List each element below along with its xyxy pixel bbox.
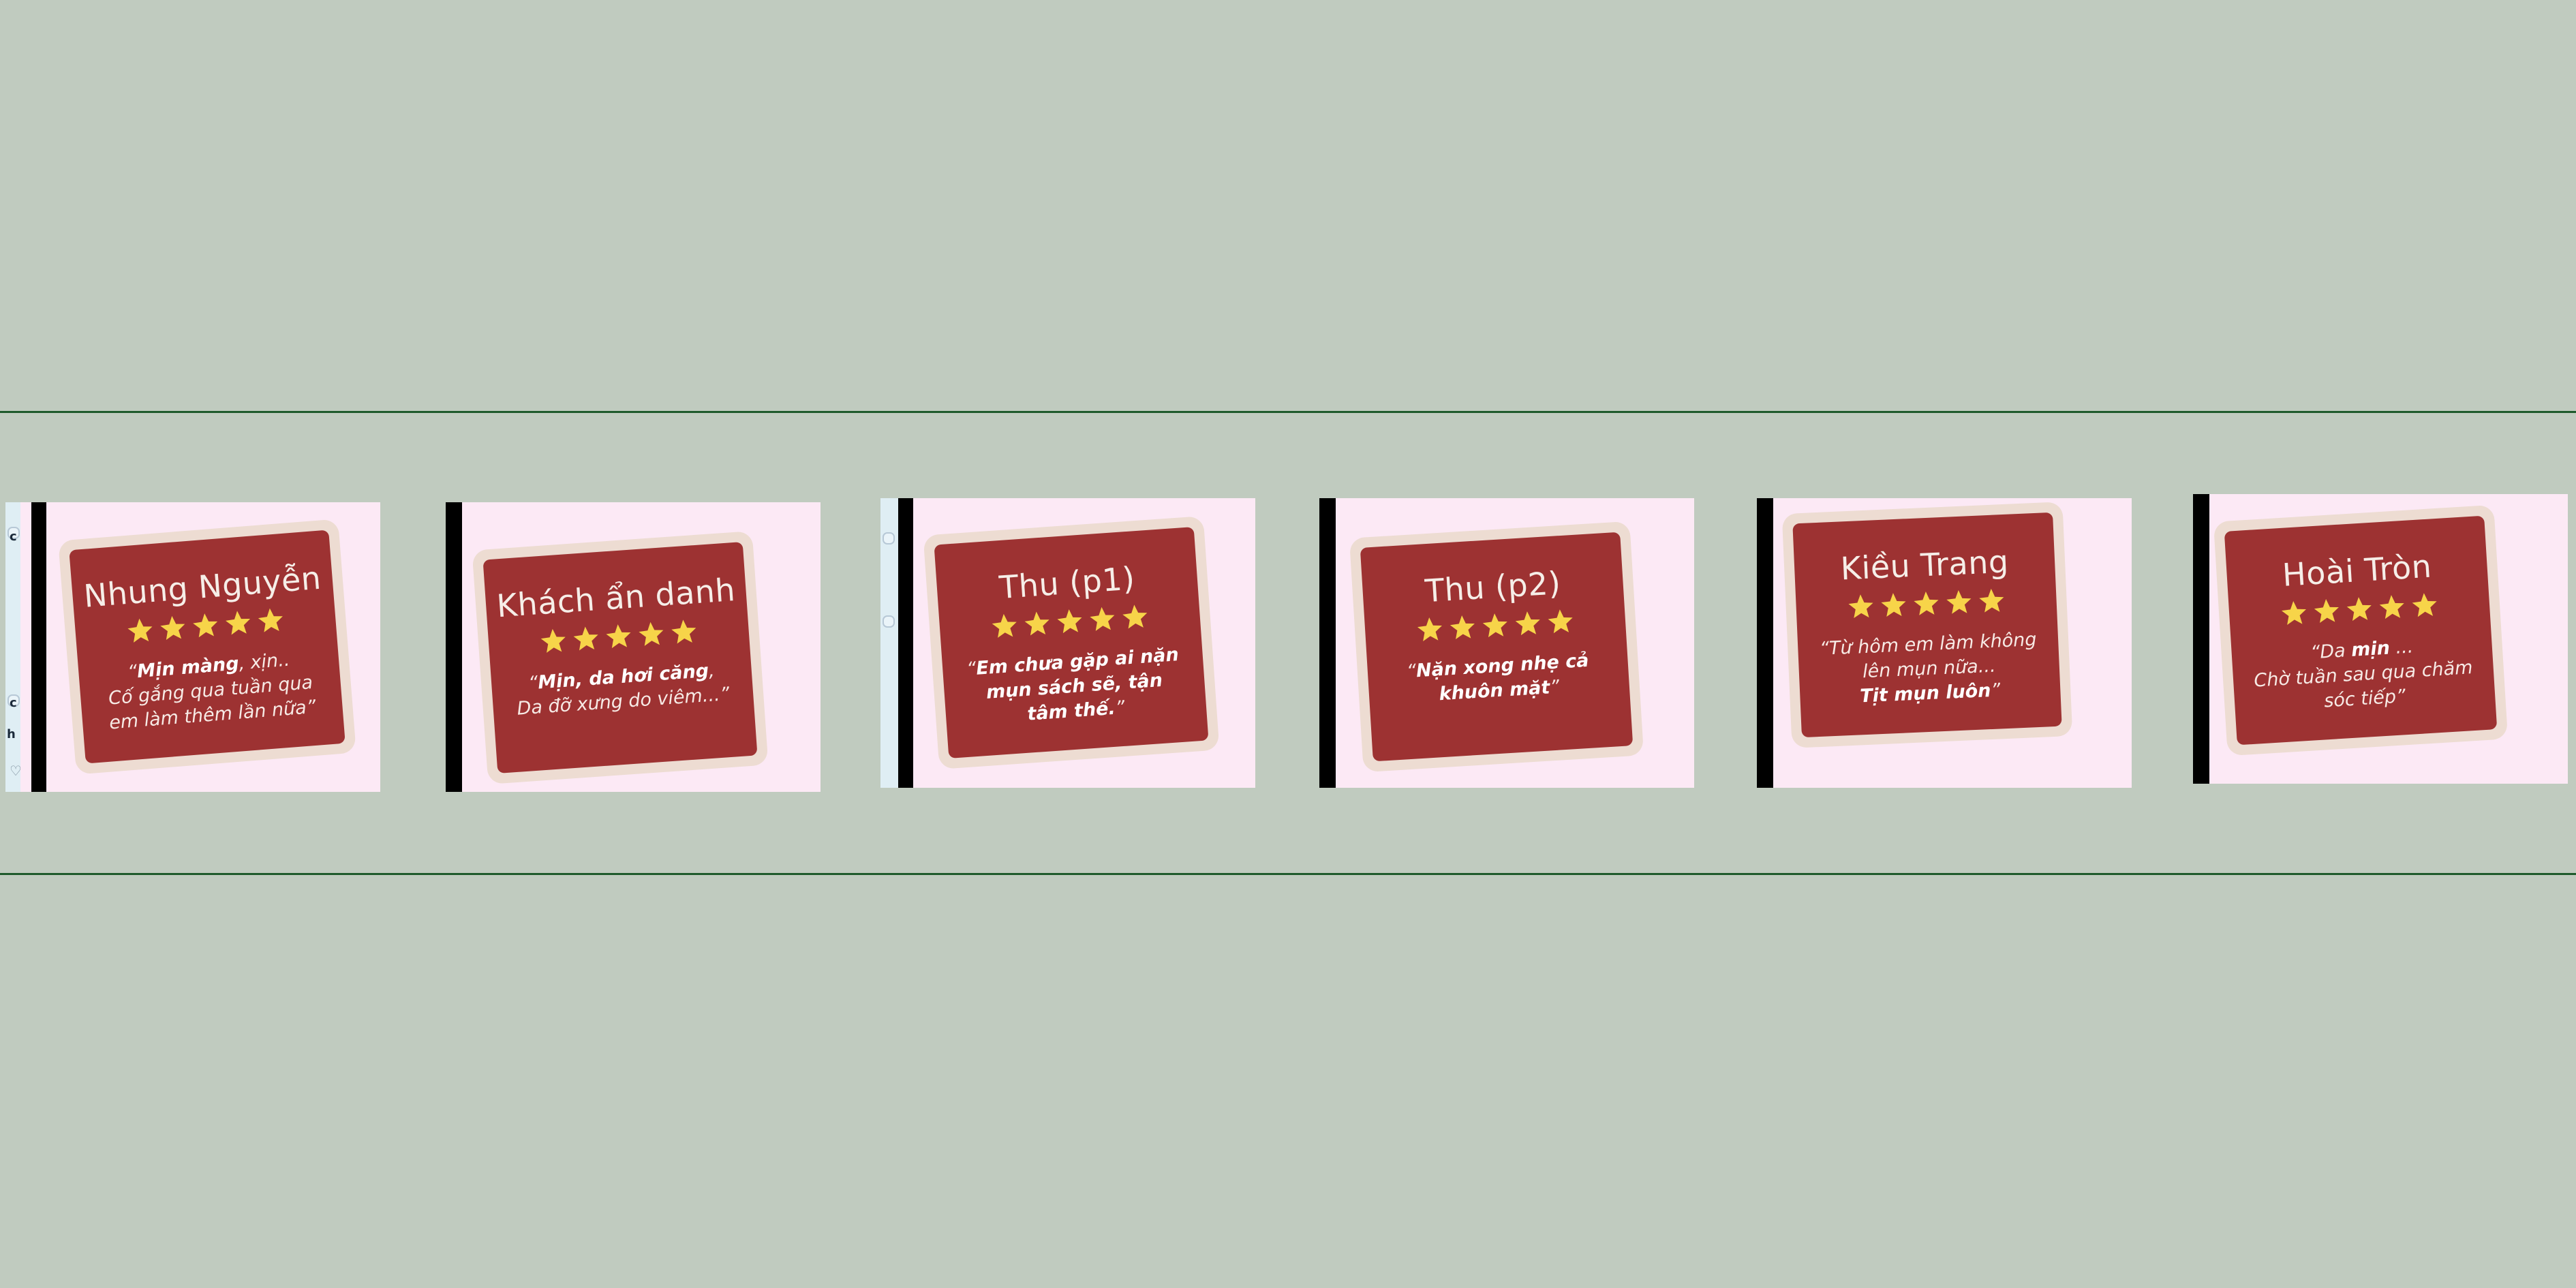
quote-segment: lên mụn nữa... xyxy=(1862,655,1997,683)
review-slide-1[interactable]: c c h ♡ Nhung Nguyễn “Mịn màng, xịn.. Cố … xyxy=(5,502,380,792)
review-card: Nhung Nguyễn “Mịn màng, xịn.. Cố gắng qua… xyxy=(69,530,346,764)
quote-segment: , xịn.. xyxy=(238,649,291,675)
strip-text: c xyxy=(10,530,17,544)
quote-segment: ” xyxy=(1990,679,2002,702)
card-frame: Khách ẩn danh “Mịn, da hơi căng, Da đỡ xư… xyxy=(472,531,769,784)
reviewer-name: Hoài Tròn xyxy=(2281,547,2433,594)
slide-left-strip xyxy=(5,502,20,792)
star-icon xyxy=(2412,593,2437,617)
card-frame: Kiều Trang “Từ hôm em làm không lên mụn n… xyxy=(1781,502,2073,748)
review-card: Kiều Trang “Từ hôm em làm không lên mụn n… xyxy=(1792,512,2062,738)
quote-segment: Mịn màng xyxy=(136,653,240,683)
slide-black-bar xyxy=(898,498,913,788)
star-icon xyxy=(606,624,631,649)
star-icon xyxy=(1122,604,1148,629)
slide-black-bar xyxy=(1319,498,1336,788)
quote-segment: “Da xyxy=(2310,639,2352,664)
review-slide-2[interactable]: Khách ẩn danh “Mịn, da hơi căng, Da đỡ xư… xyxy=(446,502,821,792)
quote-segment: Em chưa gặp ai nặn mụn sách sẽ, tận tâm … xyxy=(975,644,1180,725)
quote-segment: ” xyxy=(1114,696,1126,719)
star-icon xyxy=(258,608,283,632)
star-rating xyxy=(1364,604,1626,649)
quote-segment: ” xyxy=(1549,676,1561,699)
star-icon xyxy=(671,619,696,644)
quote-segment: Tịt mụn luôn xyxy=(1859,680,1992,707)
quote-segment: Nặn xong nhẹ cả khuôn mặt xyxy=(1415,649,1590,705)
star-icon xyxy=(193,613,218,638)
review-slide-3[interactable]: Thu (p1) “Em chưa gặp ai nặn mụn sách sẽ… xyxy=(880,498,1255,788)
slide-black-bar xyxy=(2193,494,2209,784)
star-icon xyxy=(2346,597,2372,622)
review-slide-4[interactable]: Thu (p2) “Nặn xong nhẹ cả khuôn mặt” xyxy=(1319,498,1694,788)
quote-segment: , xyxy=(707,660,716,681)
star-icon xyxy=(1848,594,1873,619)
star-icon xyxy=(1057,609,1082,634)
star-icon xyxy=(1548,609,1573,634)
reviewer-name: Thu (p2) xyxy=(1424,564,1562,610)
review-card: Hoài Tròn “Da mịn ... Chờ tuần sau qua ch… xyxy=(2224,515,2498,746)
star-icon xyxy=(1482,613,1507,638)
star-icon xyxy=(1979,588,2004,613)
star-icon xyxy=(1024,611,1049,636)
review-card: Thu (p2) “Nặn xong nhẹ cả khuôn mặt” xyxy=(1360,532,1634,762)
review-card: Thu (p1) “Em chưa gặp ai nặn mụn sách sẽ… xyxy=(934,527,1209,758)
review-quote: “Em chưa gặp ai nặn mụn sách sẽ, tận tâm… xyxy=(942,641,1207,733)
quote-segment: “Từ hôm em làm không xyxy=(1819,629,2038,660)
star-icon xyxy=(1946,589,1972,614)
card-frame: Thu (p2) “Nặn xong nhẹ cả khuôn mặt” xyxy=(1349,521,1644,773)
star-icon xyxy=(1881,593,1906,617)
review-slide-6[interactable]: Hoài Tròn “Da mịn ... Chờ tuần sau qua ch… xyxy=(2193,494,2568,784)
strip-text: h xyxy=(7,727,16,741)
card-frame: Hoài Tròn “Da mịn ... Chờ tuần sau qua ch… xyxy=(2213,504,2509,756)
card-frame: Nhung Nguyễn “Mịn màng, xịn.. Cố gắng qua… xyxy=(58,519,356,775)
star-icon xyxy=(1914,592,1939,615)
star-icon xyxy=(127,618,153,643)
bottom-divider-line xyxy=(0,873,2576,875)
star-icon xyxy=(992,613,1017,638)
review-quote: “Mịn màng, xịn.. Cố gắng qua tuần qua em l… xyxy=(78,644,343,738)
star-icon xyxy=(1090,607,1115,631)
reviewer-name: Kiều Trang xyxy=(1839,542,2010,587)
star-icon xyxy=(160,615,185,641)
star-icon xyxy=(1450,615,1475,640)
review-quote: “Nặn xong nhẹ cả khuôn mặt” xyxy=(1367,646,1630,711)
top-divider-line xyxy=(0,411,2576,413)
star-icon xyxy=(2314,599,2339,624)
quote-segment: sóc tiếp” xyxy=(2323,686,2406,712)
review-quote: “Mịn, da hơi căng, Da đỡ xưng do viêm...” xyxy=(491,656,754,723)
slide-black-bar xyxy=(31,502,46,792)
review-card: Khách ẩn danh “Mịn, da hơi căng, Da đỡ xư… xyxy=(482,542,758,773)
star-icon xyxy=(2379,595,2404,619)
star-icon xyxy=(540,628,566,653)
slide-black-bar xyxy=(1757,498,1773,788)
quote-segment: Chờ tuần sau qua chăm xyxy=(2253,657,2474,692)
star-rating xyxy=(2228,587,2490,633)
star-icon xyxy=(573,626,598,651)
review-slide-5[interactable]: Kiều Trang “Từ hôm em làm không lên mụn n… xyxy=(1757,498,2132,788)
star-icon xyxy=(639,622,664,646)
review-quote: “Da mịn ... Chờ tuần sau qua chăm sóc tiếp… xyxy=(2231,630,2496,719)
strip-text: c xyxy=(10,696,17,710)
card-frame: Thu (p1) “Em chưa gặp ai nặn mụn sách sẽ… xyxy=(923,516,1220,769)
star-icon xyxy=(1417,617,1443,641)
quote-segment: ... xyxy=(2389,636,2414,659)
heart-icon: ♡ xyxy=(10,763,22,779)
star-rating xyxy=(1796,585,2057,626)
star-icon xyxy=(226,611,251,635)
star-icon xyxy=(1515,611,1540,636)
strip-dot-icon xyxy=(883,615,895,628)
review-quote: “Từ hôm em làm không lên mụn nữa... Tịt mụ… xyxy=(1798,627,2061,712)
star-icon xyxy=(2281,600,2307,625)
strip-dot-icon xyxy=(883,532,895,545)
quote-segment: mịn xyxy=(2350,637,2391,661)
slide-black-bar xyxy=(446,502,462,792)
